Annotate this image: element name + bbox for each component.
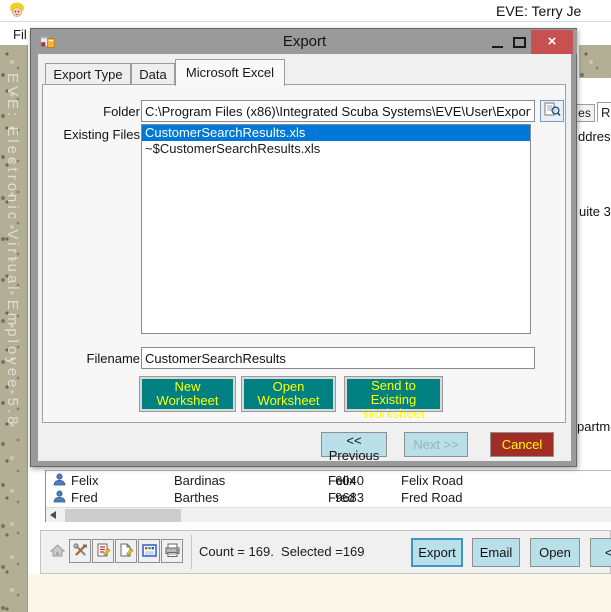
- next-button[interactable]: Next >>: [404, 432, 468, 457]
- background-texture-right: [579, 45, 611, 78]
- filename-label: Filename: [43, 351, 140, 366]
- background-tab-partial[interactable]: es: [575, 104, 595, 122]
- background-texture-left: EVE: Electronic Virtual Employee 5.8: [0, 45, 28, 612]
- window-footer-area: [28, 574, 611, 612]
- grid-view-button[interactable]: [138, 539, 160, 563]
- table-row[interactable]: Fred Barthes 9683 Fred Fred Road: [46, 490, 611, 506]
- person-icon: [53, 490, 66, 506]
- export-button[interactable]: Export: [411, 538, 463, 567]
- table-row[interactable]: Felix Bardinas 6040 Felix Felix Road: [46, 473, 611, 489]
- open-button[interactable]: Open: [530, 538, 580, 567]
- version-watermark: EVE: Electronic Virtual Employee 5.8: [4, 73, 21, 428]
- file-list-item-selected[interactable]: CustomerSearchResults.xls: [142, 125, 530, 141]
- dialog-body: Export Type Data Microsoft Excel Folder …: [38, 54, 571, 461]
- horizontal-scrollbar[interactable]: [46, 507, 611, 522]
- report-button[interactable]: [92, 539, 114, 563]
- column-header-address-partial: ddress: [578, 129, 611, 144]
- app-title: EVE: Terry Je: [496, 3, 611, 19]
- menu-item-file[interactable]: Fil: [13, 27, 27, 42]
- filename-input[interactable]: [141, 347, 535, 369]
- tools-button[interactable]: [69, 539, 91, 563]
- folder-label: Folder: [43, 104, 140, 119]
- cancel-button[interactable]: Cancel: [490, 432, 554, 457]
- home-button[interactable]: [46, 539, 68, 563]
- scroll-left-arrow-icon[interactable]: [50, 511, 56, 519]
- excel-tab-page: Folder Existing Files CustomerSearchResu…: [42, 84, 566, 423]
- print-button[interactable]: [161, 539, 183, 563]
- close-button[interactable]: ×: [531, 30, 573, 54]
- send-to-existing-worksheet-button[interactable]: Send to Existing Worksheet: [345, 377, 442, 411]
- cell-suite-partial: uite 3: [579, 204, 611, 219]
- main-titlebar: EVE: Terry Je: [0, 0, 611, 22]
- cell-alias: Felix: [328, 473, 355, 488]
- export-dialog: Export × Export Type Data Microsoft Exce…: [30, 28, 577, 467]
- tab-microsoft-excel[interactable]: Microsoft Excel: [175, 59, 285, 86]
- tab-export-type[interactable]: Export Type: [45, 63, 131, 85]
- email-button[interactable]: Email: [472, 538, 520, 567]
- customer-table: Felix Bardinas 6040 Felix Felix Road Fre…: [45, 470, 611, 522]
- cell-last-name: Bardinas: [174, 473, 225, 488]
- cell-street: Fred Road: [401, 490, 462, 505]
- count-status-text: Count = 169. Selected =169: [199, 544, 365, 559]
- previous-button[interactable]: << Previous: [321, 432, 387, 457]
- tab-data[interactable]: Data: [131, 63, 175, 85]
- cell-last-name: Barthes: [174, 490, 219, 505]
- scrollbar-thumb[interactable]: [65, 509, 181, 522]
- background-tab-results-partial[interactable]: Re: [597, 102, 611, 122]
- cell-first-name: Fred: [71, 490, 98, 505]
- cell-alias: Fred: [328, 490, 355, 505]
- existing-files-list[interactable]: CustomerSearchResults.xls ~$CustomerSear…: [141, 124, 531, 334]
- maximize-button[interactable]: [510, 32, 530, 53]
- mascot-icon: [8, 2, 26, 23]
- open-worksheet-button[interactable]: Open Worksheet: [242, 377, 335, 411]
- browse-folder-button[interactable]: [540, 100, 564, 122]
- new-document-button[interactable]: [115, 539, 137, 563]
- cell-street: Felix Road: [401, 473, 463, 488]
- cell-apartment-partial: partme: [577, 419, 611, 434]
- status-bar: Count = 169. Selected =169 Export Email …: [40, 530, 611, 574]
- folder-input[interactable]: [141, 100, 535, 122]
- minimize-button[interactable]: [488, 32, 508, 53]
- app-window: EVE: Terry Je Fil EVE: Electronic Virtua…: [0, 0, 611, 612]
- person-icon: [53, 473, 66, 489]
- file-list-item[interactable]: ~$CustomerSearchResults.xls: [142, 141, 530, 157]
- dialog-titlebar[interactable]: Export ×: [32, 30, 577, 54]
- new-worksheet-button[interactable]: New Worksheet: [140, 377, 235, 411]
- existing-files-label: Existing Files: [43, 127, 140, 142]
- collapse-button-partial[interactable]: <<: [590, 538, 611, 567]
- cell-first-name: Felix: [71, 473, 98, 488]
- status-divider: [191, 535, 192, 569]
